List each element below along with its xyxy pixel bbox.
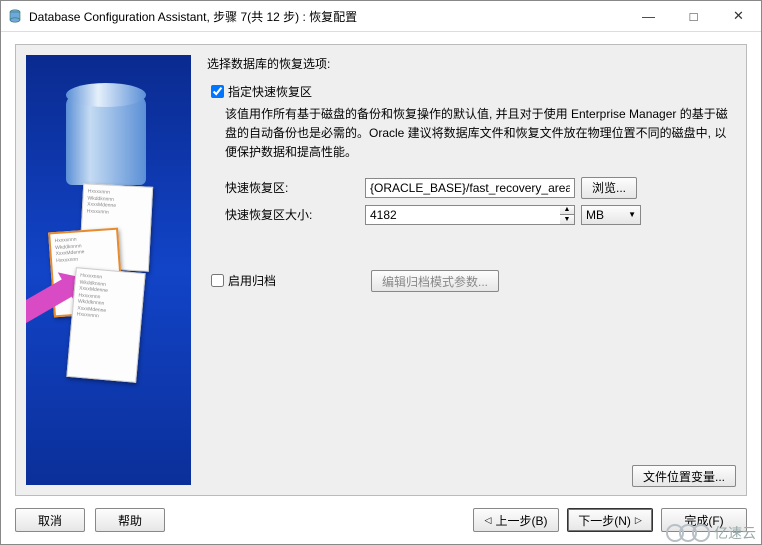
fra-size-label: 快速恢复区大小: <box>225 206 365 223</box>
browse-button[interactable]: 浏览... <box>581 177 637 199</box>
file-location-variables-button[interactable]: 文件位置变量... <box>632 465 736 487</box>
chevron-down-icon: ▼ <box>628 210 636 219</box>
cancel-button[interactable]: 取消 <box>15 508 85 532</box>
archive-row: 启用归档 编辑归档模式参数... <box>207 269 730 294</box>
fra-size-spinner: ▲ ▼ <box>365 205 575 225</box>
spinner-buttons: ▲ ▼ <box>560 205 575 225</box>
app-window: Database Configuration Assistant, 步骤 7(共… <box>0 0 762 545</box>
back-double-chevron-icon: ◁ <box>485 515 492 526</box>
content-area: HxxxxnnnWkddknnnnXxxxMdenneHxxxxnnn Hxxx… <box>1 32 761 544</box>
database-cylinder-graphic <box>66 95 146 185</box>
next-double-chevron-icon: ▷ <box>635 515 642 526</box>
button-bar-right: ◁ 上一步(B) 下一步(N) ▷ 完成(F) <box>473 508 747 532</box>
size-unit-value: MB <box>586 208 604 222</box>
fra-path-input[interactable] <box>365 178 575 198</box>
enable-archive-label: 启用归档 <box>228 272 276 289</box>
specify-fra-checkbox[interactable] <box>211 85 224 98</box>
fra-path-label: 快速恢复区: <box>225 179 365 196</box>
spinner-down-icon[interactable]: ▼ <box>560 215 574 224</box>
enable-archive-checkbox-row[interactable]: 启用归档 <box>207 271 365 290</box>
size-unit-select[interactable]: MB ▼ <box>581 205 641 225</box>
app-icon <box>7 8 23 24</box>
enable-archive-checkbox[interactable] <box>211 274 224 287</box>
titlebar: Database Configuration Assistant, 步骤 7(共… <box>1 1 761 32</box>
spinner-up-icon[interactable]: ▲ <box>560 206 574 216</box>
window-title: Database Configuration Assistant, 步骤 7(共… <box>29 8 626 25</box>
fra-size-row: 快速恢复区大小: ▲ ▼ MB ▼ <box>225 205 730 225</box>
paper-graphic: HxxxxnnnWkddknnnnXxxxMdenneHxxxxnnnWkddk… <box>66 267 145 383</box>
window-controls: ― □ ✕ <box>626 1 761 31</box>
edit-archive-params-button[interactable]: 编辑归档模式参数... <box>371 270 499 292</box>
wizard-side-image: HxxxxnnnWkddknnnnXxxxMdenneHxxxxnnn Hxxx… <box>26 55 191 485</box>
fra-path-row: 快速恢复区: 浏览... <box>225 177 730 199</box>
back-button[interactable]: ◁ 上一步(B) <box>473 508 559 532</box>
back-button-label: 上一步(B) <box>495 512 547 529</box>
finish-button[interactable]: 完成(F) <box>661 508 747 532</box>
wizard-button-bar: 取消 帮助 ◁ 上一步(B) 下一步(N) ▷ 完成(F) <box>15 502 747 538</box>
form-area: 选择数据库的恢复选项: 指定快速恢复区 该值用作所有基于磁盘的备份和恢复操作的默… <box>199 45 746 495</box>
fra-size-input[interactable] <box>365 205 560 225</box>
fra-description: 该值用作所有基于磁盘的备份和恢复操作的默认值, 并且对于使用 Enterpris… <box>225 105 730 163</box>
prompt-text: 选择数据库的恢复选项: <box>207 51 730 80</box>
minimize-button[interactable]: ― <box>626 1 671 31</box>
wizard-panel: HxxxxnnnWkddknnnnXxxxMdenneHxxxxnnn Hxxx… <box>15 44 747 496</box>
file-var-row: 文件位置变量... <box>626 465 736 487</box>
next-button-label: 下一步(N) <box>578 512 631 529</box>
next-button[interactable]: 下一步(N) ▷ <box>567 508 653 532</box>
close-button[interactable]: ✕ <box>716 1 761 31</box>
help-button[interactable]: 帮助 <box>95 508 165 532</box>
maximize-button[interactable]: □ <box>671 1 716 31</box>
button-bar-left: 取消 帮助 <box>15 508 165 532</box>
specify-fra-checkbox-row[interactable]: 指定快速恢复区 <box>207 82 730 101</box>
specify-fra-label: 指定快速恢复区 <box>228 83 312 100</box>
